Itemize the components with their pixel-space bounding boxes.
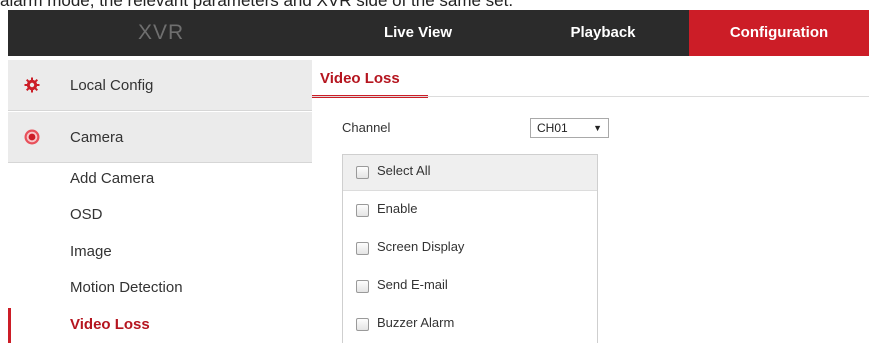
camera-dot-icon xyxy=(24,129,40,145)
screen-display-label: Screen Display xyxy=(377,239,465,254)
screen-display-checkbox[interactable] xyxy=(356,242,369,255)
option-row-enable: Enable xyxy=(343,191,597,229)
tab-configuration[interactable]: Configuration xyxy=(689,10,869,56)
active-item-indicator xyxy=(8,308,11,343)
select-all-row: Select All xyxy=(343,155,597,191)
buzzer-alarm-label: Buzzer Alarm xyxy=(377,315,455,330)
channel-label: Channel xyxy=(342,120,391,135)
top-navigation-bar: XVR Live View Playback Configuration xyxy=(8,10,869,56)
enable-label: Enable xyxy=(377,201,418,216)
buzzer-alarm-checkbox[interactable] xyxy=(356,318,369,331)
select-all-checkbox[interactable] xyxy=(356,166,369,179)
option-row-screen-display: Screen Display xyxy=(343,229,597,267)
options-panel: Select All Enable Screen Display Send E-… xyxy=(342,154,598,343)
sidebar-item-osd[interactable]: OSD xyxy=(70,206,103,223)
send-email-checkbox[interactable] xyxy=(356,280,369,293)
sidebar-item-add-camera[interactable]: Add Camera xyxy=(70,170,154,187)
option-row-buzzer-alarm: Buzzer Alarm xyxy=(343,305,597,343)
brand-logo: XVR xyxy=(138,21,185,44)
sidebar-item-image[interactable]: Image xyxy=(70,243,112,260)
tab-live-view[interactable]: Live View xyxy=(358,10,478,56)
gear-icon xyxy=(24,77,40,93)
sidebar-section-local-config[interactable]: Local Config xyxy=(8,60,312,111)
sidebar-item-motion-detection[interactable]: Motion Detection xyxy=(70,279,183,296)
main-content: Video Loss Channel CH01 ▼ Select All Ena… xyxy=(312,56,869,343)
sidebar-menu: Local Config Camera Add Camera OSD Image… xyxy=(8,56,312,343)
tab-video-loss[interactable]: Video Loss xyxy=(312,66,428,98)
sidebar-label-camera: Camera xyxy=(70,129,124,146)
document-caption-text: alarm mode, the relevant parameters and … xyxy=(0,0,869,9)
channel-select-value: CH01 xyxy=(537,121,568,135)
send-email-label: Send E-mail xyxy=(377,277,448,292)
select-all-label: Select All xyxy=(377,163,431,178)
option-row-send-email: Send E-mail xyxy=(343,267,597,305)
enable-checkbox[interactable] xyxy=(356,204,369,217)
channel-select[interactable]: CH01 ▼ xyxy=(530,118,609,138)
tab-playback[interactable]: Playback xyxy=(538,10,668,56)
sidebar-label-local-config: Local Config xyxy=(70,77,154,94)
tab-divider xyxy=(312,96,869,97)
chevron-down-icon: ▼ xyxy=(593,123,602,133)
sidebar-item-video-loss[interactable]: Video Loss xyxy=(70,316,150,333)
sidebar-section-camera[interactable]: Camera xyxy=(8,112,312,163)
